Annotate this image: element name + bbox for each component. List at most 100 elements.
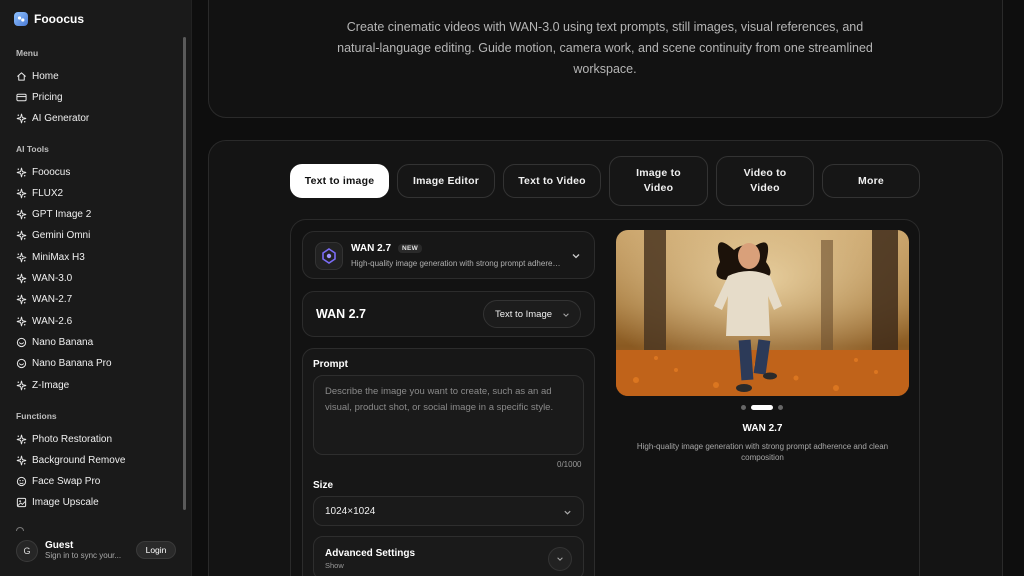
sidebar-item-label: WAN-2.7 <box>32 294 73 306</box>
user-row: G Guest Sign in to sync your... Login <box>16 540 178 562</box>
tab-text-to-video[interactable]: Text to Video <box>503 164 601 198</box>
prompt-label: Prompt <box>313 359 348 370</box>
sidebar-item-label: Z-Image <box>32 379 70 391</box>
mode-dropdown[interactable]: Text to Image <box>483 300 581 328</box>
preview-image <box>616 230 909 396</box>
sidebar-item-label: WAN-2.6 <box>32 315 73 327</box>
tab-more[interactable]: More <box>822 164 920 198</box>
tab-text-to-image[interactable]: Text to image <box>290 164 389 198</box>
sidebar-item-label: FLUX2 <box>32 187 64 199</box>
char-count: 0/1000 <box>557 460 582 469</box>
carousel-dot[interactable] <box>778 405 783 410</box>
login-button[interactable]: Login <box>136 541 176 559</box>
sidebar-item-background-remove[interactable]: Background Remove <box>16 453 125 467</box>
carousel-dots <box>741 405 783 410</box>
preview-description: High-quality image generation with stron… <box>636 442 889 462</box>
brand[interactable]: Fooocus <box>14 12 84 26</box>
chevron-down-icon <box>563 313 569 317</box>
credit-card-icon <box>16 92 27 103</box>
tab-image-to-video[interactable]: Image to Video <box>609 156 708 206</box>
sidebar-section-label: AI Tools <box>16 144 49 154</box>
sidebar-section-label: Functions <box>16 411 57 421</box>
advanced-settings[interactable]: Advanced Settings Show <box>313 536 584 576</box>
advanced-settings-title: Advanced Settings <box>325 548 416 559</box>
banana-icon <box>16 358 27 369</box>
sidebar-item-label: Image Upscale <box>32 497 99 509</box>
preview-title: WAN 2.7 <box>742 423 783 434</box>
sidebar-item-gemini-omni[interactable]: Gemini Omni <box>16 229 90 243</box>
size-label: Size <box>313 480 334 491</box>
sparkle-icon <box>16 167 27 178</box>
sidebar-item-wan-2-6[interactable]: WAN-2.6 <box>16 314 72 328</box>
sidebar-item-label: Face Swap Pro <box>32 476 101 488</box>
sidebar-item-wan-2-7[interactable]: WAN-2.7 <box>16 293 72 307</box>
face-icon <box>16 476 27 487</box>
sidebar-item-fooocus[interactable]: Fooocus <box>16 165 70 179</box>
user-name: Guest <box>45 540 74 551</box>
sidebar-item-flux2[interactable]: FLUX2 <box>16 186 63 200</box>
mode-title: WAN 2.7 <box>316 307 367 321</box>
size-dropdown[interactable]: 1024×1024 <box>313 496 584 526</box>
sidebar-item-label: AI Generator <box>32 113 90 125</box>
sidebar-item-label: Background Remove <box>32 454 126 466</box>
sidebar-item-z-image[interactable]: Z-Image <box>16 378 69 392</box>
avatar[interactable]: G <box>16 540 38 562</box>
sparkle-icon <box>16 294 27 305</box>
wan-logo-icon <box>315 242 343 270</box>
sidebar-item-nano-banana-pro[interactable]: Nano Banana Pro <box>16 357 112 371</box>
model-description: High-quality image generation with stron… <box>351 259 561 268</box>
cropped-nav-icon <box>16 527 24 531</box>
home-icon <box>16 71 27 82</box>
prompt-form: Prompt 0/1000 Size 1024×1024 Advanced Se… <box>302 348 595 576</box>
sidebar-item-home[interactable]: Home <box>16 69 59 83</box>
mode-row: WAN 2.7 Text to Image <box>302 291 595 337</box>
new-badge: NEW <box>398 244 423 253</box>
sidebar-scrollbar[interactable] <box>183 37 186 510</box>
brand-name: Fooocus <box>34 12 84 26</box>
sidebar-item-image-upscale[interactable]: Image Upscale <box>16 496 99 510</box>
expand-button[interactable] <box>548 547 572 571</box>
tab-video-to-video[interactable]: Video to Video <box>716 156 814 206</box>
sidebar-item-ai-generator[interactable]: AI Generator <box>16 112 89 126</box>
sparkle-icon <box>16 455 27 466</box>
user-subtitle: Sign in to sync your... <box>45 551 122 560</box>
fooocus-logo-icon <box>14 12 28 26</box>
sidebar-item-nano-banana[interactable]: Nano Banana <box>16 335 93 349</box>
sidebar-item-label: GPT Image 2 <box>32 209 92 221</box>
carousel-dot[interactable] <box>741 405 746 410</box>
sidebar-item-label: Fooocus <box>32 166 71 178</box>
banana-icon <box>16 337 27 348</box>
prompt-input-wrapper <box>313 375 584 455</box>
sparkle-icon <box>16 230 27 241</box>
size-value: 1024×1024 <box>325 505 376 517</box>
sparkle-icon <box>16 273 27 284</box>
image-icon <box>16 497 27 508</box>
sidebar-item-label: Nano Banana Pro <box>32 358 112 370</box>
prompt-input[interactable] <box>314 376 583 454</box>
sparkle-icon <box>16 380 27 391</box>
sidebar-item-face-swap-pro[interactable]: Face Swap Pro <box>16 475 100 489</box>
model-selector[interactable]: WAN 2.7 NEW High-quality image generatio… <box>302 231 595 279</box>
tab-image-editor[interactable]: Image Editor <box>397 164 495 198</box>
sidebar-item-gpt-image-2[interactable]: GPT Image 2 <box>16 208 91 222</box>
sidebar-item-minimax-h3[interactable]: MiniMax H3 <box>16 250 85 264</box>
chevron-down-icon <box>572 254 580 259</box>
sidebar-item-label: WAN-3.0 <box>32 273 73 284</box>
hero-description: Create cinematic videos with WAN-3.0 usi… <box>337 20 873 76</box>
sparkle-icon <box>16 113 27 124</box>
sparkle-icon <box>16 316 27 327</box>
sidebar: Fooocus Menu Home Pricing AI Generator AI To… <box>0 0 192 576</box>
sidebar-section-label: Menu <box>16 48 39 58</box>
sidebar-item-label: Pricing <box>32 91 63 103</box>
sparkle-icon <box>16 252 27 263</box>
sidebar-item-wan-3-0[interactable]: WAN-3.0 <box>16 272 72 286</box>
carousel-dot-active[interactable] <box>751 405 773 410</box>
sidebar-item-label: Gemini Omni <box>32 230 91 242</box>
chevron-down-icon <box>564 510 571 515</box>
sidebar-item-photo-restoration[interactable]: Photo Restoration <box>16 432 112 446</box>
sidebar-item-label: MiniMax H3 <box>32 251 85 263</box>
sidebar-item-label: Photo Restoration <box>32 433 113 445</box>
advanced-settings-toggle-label: Show <box>325 561 344 570</box>
sidebar-item-pricing[interactable]: Pricing <box>16 90 63 104</box>
sparkle-icon <box>16 188 27 199</box>
